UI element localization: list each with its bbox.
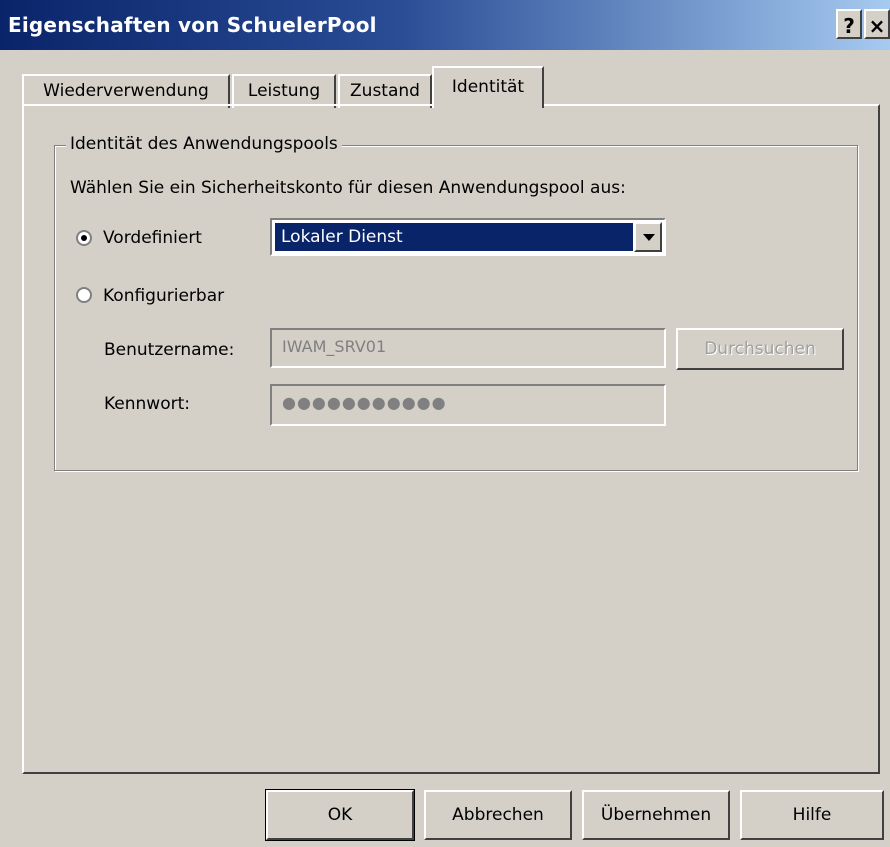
tab-zustand[interactable]: Zustand bbox=[338, 74, 432, 108]
account-dropdown[interactable]: Lokaler Dienst bbox=[270, 218, 666, 256]
dropdown-selected-value: Lokaler Dienst bbox=[275, 223, 633, 251]
tab-leistung[interactable]: Leistung bbox=[232, 74, 336, 108]
account-prompt: Wählen Sie ein Sicherheitskonto für dies… bbox=[70, 178, 626, 198]
help-button[interactable]: Hilfe bbox=[740, 790, 884, 840]
chevron-down-icon[interactable] bbox=[634, 222, 662, 252]
tab-identitaet[interactable]: Identität bbox=[432, 66, 544, 108]
tab-wiederverwendung[interactable]: Wiederverwendung bbox=[22, 74, 230, 108]
title-bar[interactable]: Eigenschaften von SchuelerPool ? × bbox=[0, 0, 890, 50]
browse-button[interactable]: Durchsuchen bbox=[676, 328, 844, 370]
radio-configurable[interactable] bbox=[76, 287, 92, 303]
username-label: Benutzername: bbox=[104, 340, 235, 360]
window-title: Eigenschaften von SchuelerPool bbox=[8, 13, 377, 37]
groupbox-legend: Identität des Anwendungspools bbox=[66, 134, 342, 154]
radio-configurable-label[interactable]: Konfigurierbar bbox=[103, 286, 224, 306]
password-field[interactable]: ●●●●●●●●●●● bbox=[270, 384, 666, 426]
help-icon[interactable]: ? bbox=[836, 9, 862, 39]
radio-predefined-label[interactable]: Vordefiniert bbox=[103, 228, 202, 248]
ok-button[interactable]: OK bbox=[265, 789, 415, 841]
properties-dialog: Eigenschaften von SchuelerPool ? × Wiede… bbox=[0, 0, 890, 847]
password-label: Kennwort: bbox=[104, 394, 190, 414]
cancel-button[interactable]: Abbrechen bbox=[424, 790, 572, 840]
apply-button[interactable]: Übernehmen bbox=[582, 790, 730, 840]
username-field[interactable]: IWAM_SRV01 bbox=[270, 328, 666, 368]
radio-predefined[interactable] bbox=[76, 230, 92, 246]
close-icon[interactable]: × bbox=[864, 9, 890, 39]
